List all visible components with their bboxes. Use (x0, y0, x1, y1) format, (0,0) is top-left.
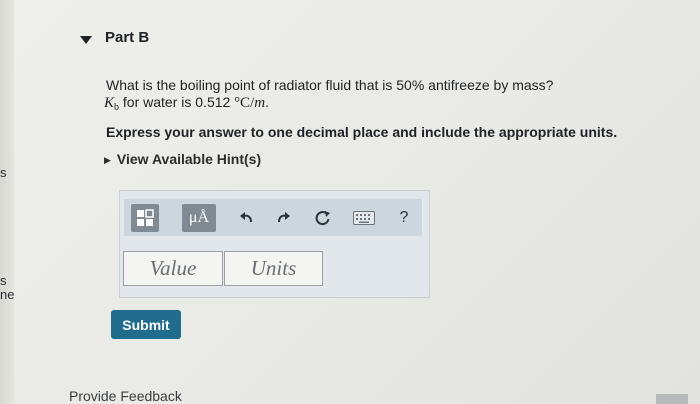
left-edge-fragment: s (0, 165, 7, 180)
keyboard-icon[interactable] (352, 208, 376, 228)
left-edge-fragment: ne (0, 287, 15, 302)
left-edge-fragment: s (0, 273, 7, 288)
left-edge-panel (0, 0, 14, 404)
kb-unit: °C/m (230, 95, 266, 111)
kb-statement: Kb for water is 0.512 °C/m. (104, 94, 269, 113)
value-input[interactable]: Value (123, 251, 223, 286)
units-input[interactable]: Units (224, 251, 323, 286)
bottom-right-fragment (656, 394, 688, 404)
help-icon[interactable]: ? (394, 208, 414, 228)
question-text: What is the boiling point of radiator fl… (106, 77, 554, 93)
kb-symbol: Kb (104, 95, 120, 113)
part-title: Part B (105, 29, 150, 46)
undo-icon[interactable] (236, 208, 256, 228)
templates-icon[interactable] (131, 204, 159, 232)
math-toolbar (124, 199, 422, 236)
reset-icon[interactable] (313, 208, 333, 228)
micro-angstrom-icon[interactable]: μÅ (182, 204, 216, 232)
provide-feedback-link[interactable]: Provide Feedback (69, 388, 182, 404)
kb-value: 0.512 (195, 94, 231, 110)
expand-arrow-icon: ▶ (104, 155, 111, 165)
view-hints-label: View Available Hint(s) (116, 151, 262, 167)
view-hints-link[interactable]: ▶ View Available Hint(s) (104, 151, 261, 167)
redo-icon[interactable] (274, 208, 294, 228)
kb-text: for water is (119, 94, 196, 110)
collapse-triangle-icon[interactable] (80, 36, 92, 44)
submit-button[interactable]: Submit (111, 310, 181, 339)
instruction-text: Express your answer to one decimal place… (106, 124, 618, 140)
